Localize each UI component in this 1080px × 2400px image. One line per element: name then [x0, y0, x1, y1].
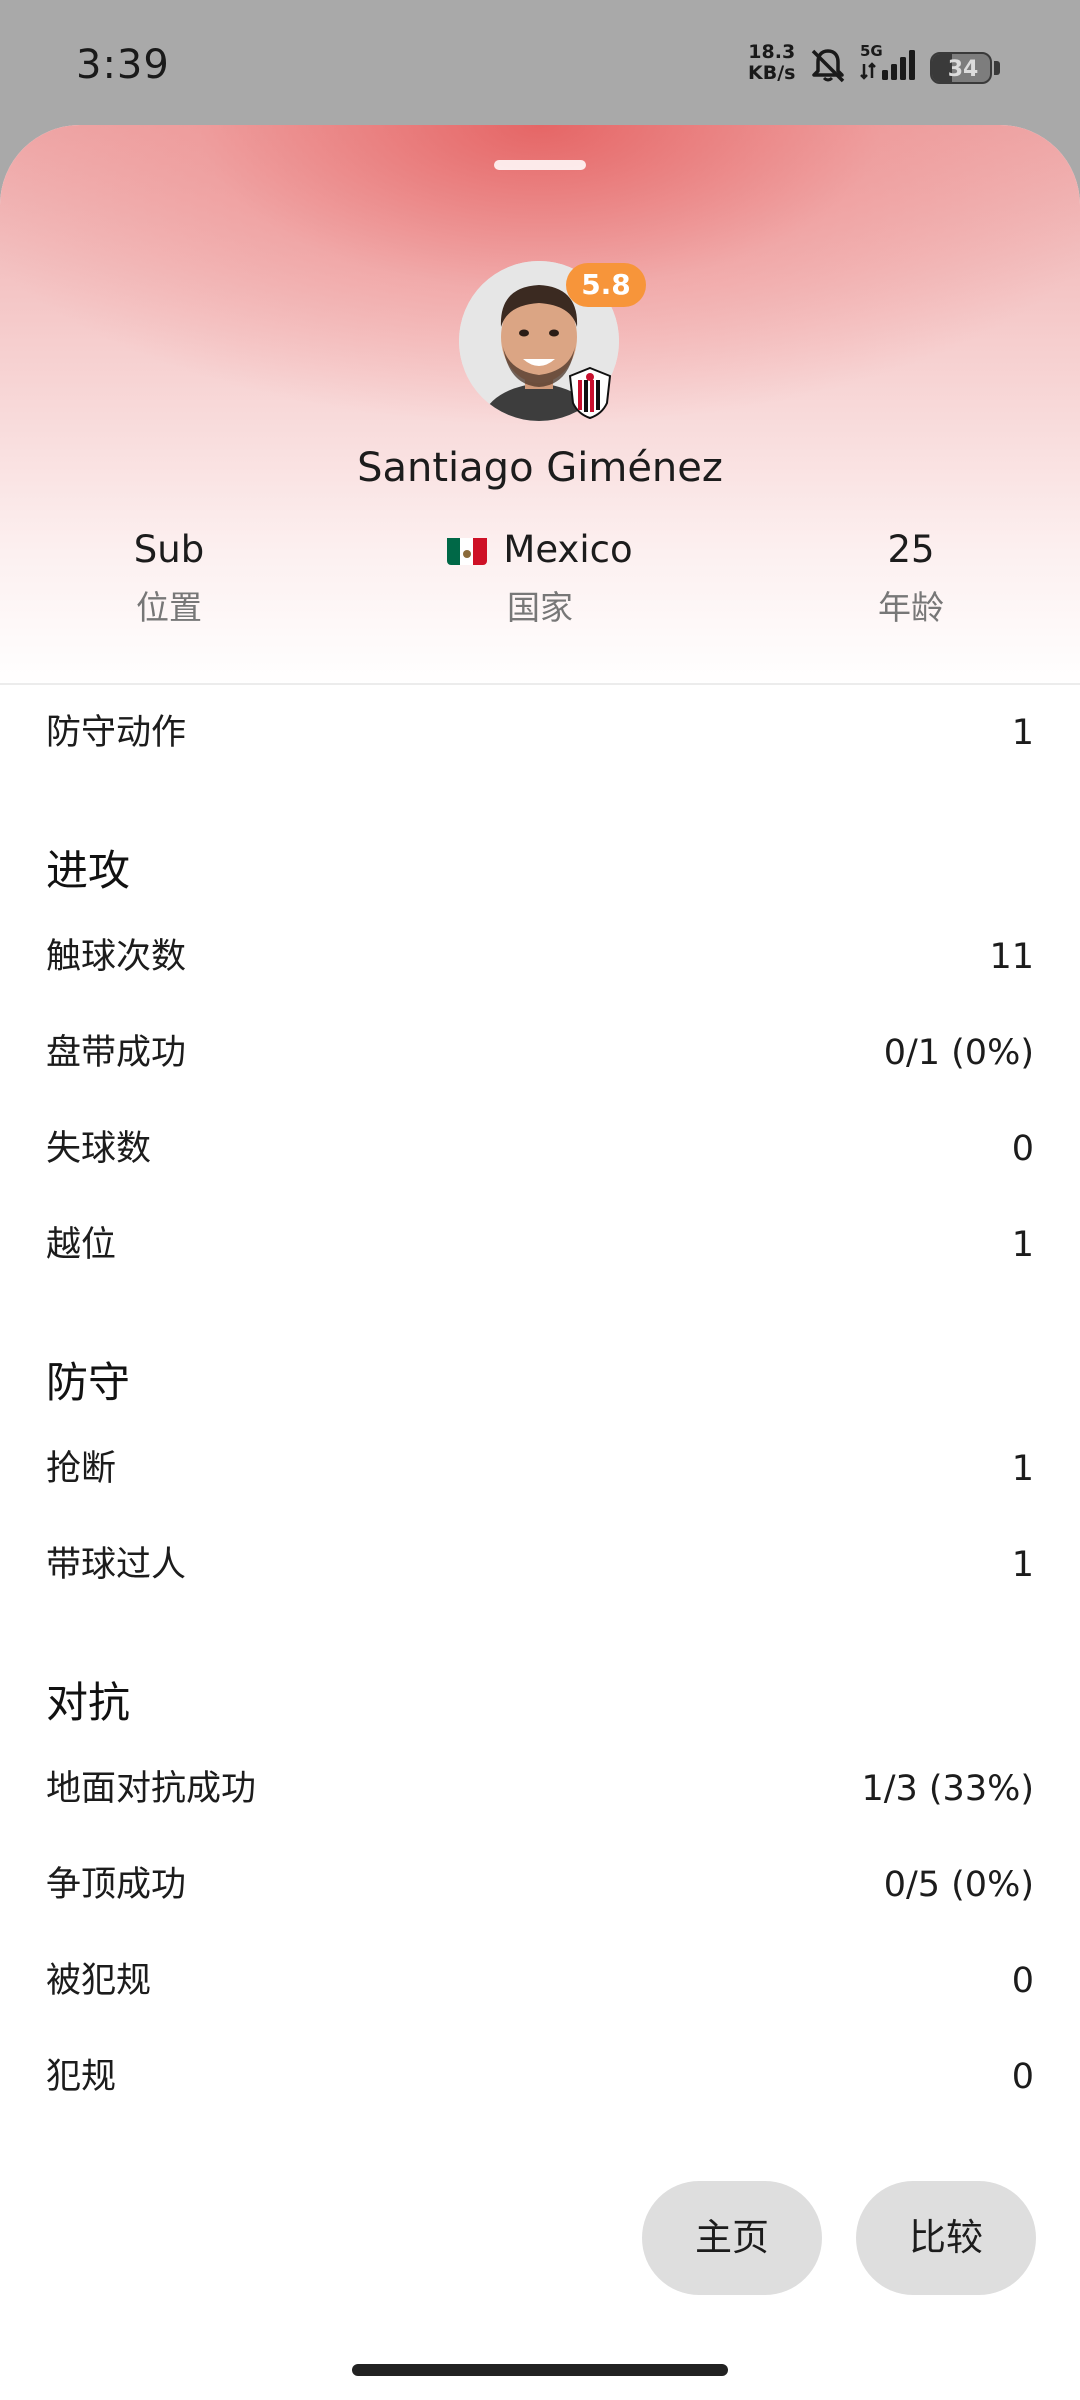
stat-row-ground-duels: 地面对抗成功 1/3 (33%): [0, 1741, 1080, 1837]
player-rating-badge: 5.8: [566, 263, 646, 307]
stat-label: 带球过人: [46, 1545, 187, 1585]
position-value: Sub: [133, 528, 205, 571]
section-title-attack: 进攻: [46, 846, 131, 895]
stat-label: 防守动作: [46, 713, 187, 753]
stat-row-dribbles: 盘带成功 0/1 (0%): [0, 1005, 1080, 1101]
stat-row-possession-lost: 失球数 0: [0, 1101, 1080, 1197]
home-button[interactable]: 主页: [642, 2181, 822, 2295]
stat-value: 0/5 (0%): [883, 1865, 1034, 1905]
section-duels: 对抗: [0, 1613, 1080, 1741]
country-label: 国家: [507, 588, 573, 627]
stat-value: 1: [1011, 1225, 1034, 1265]
network-speed-value: 18.3: [748, 41, 796, 63]
stat-row-tackles: 抢断 1: [0, 1421, 1080, 1517]
battery-icon: 34: [930, 52, 1002, 86]
stat-label: 盘带成功: [46, 1033, 187, 1073]
signal-icon: 5G: [860, 42, 915, 80]
stat-label: 地面对抗成功: [46, 1769, 257, 1809]
club-crest-icon: [569, 367, 611, 419]
stat-label: 失球数: [46, 1129, 152, 1169]
stat-value: 1: [1011, 713, 1034, 753]
stat-label: 犯规: [46, 2057, 117, 2097]
age-info: 25 年龄: [761, 525, 1061, 629]
stat-value: 11: [989, 937, 1034, 977]
position-label: 位置: [136, 588, 202, 627]
stat-row-aerial-duels: 争顶成功 0/5 (0%): [0, 1837, 1080, 1933]
stat-label: 争顶成功: [46, 1865, 187, 1905]
stat-label: 越位: [46, 1225, 117, 1265]
stat-value: 1: [1011, 1545, 1034, 1585]
network-type-label: 5G: [860, 42, 883, 60]
country-info: Mexico 国家: [390, 525, 690, 629]
network-speed-unit: KB/s: [748, 62, 796, 84]
age-label: 年龄: [878, 588, 944, 627]
player-name: Santiago Giménez: [357, 445, 723, 491]
status-time: 3:39: [76, 42, 170, 88]
drag-handle[interactable]: [494, 160, 586, 170]
stat-row-was-fouled: 被犯规 0: [0, 1933, 1080, 2029]
stat-value: 0: [1011, 1961, 1034, 2001]
stat-value: 1/3 (33%): [861, 1769, 1034, 1809]
stat-row-dribbled-past: 带球过人 1: [0, 1517, 1080, 1613]
position-info: Sub 位置: [19, 525, 319, 629]
bell-muted-icon: [811, 49, 845, 83]
status-bar: 3:39 18.3 KB/s 5G 34: [0, 0, 1080, 125]
stat-row-defensive-actions: 防守动作 1: [0, 685, 1080, 781]
stat-row-offsides: 越位 1: [0, 1197, 1080, 1293]
home-indicator[interactable]: [352, 2364, 728, 2376]
age-value: 25: [887, 528, 935, 571]
player-header: 5.8 Santiago Giménez Sub 位置 Mexico 国家 25…: [0, 125, 1080, 685]
section-title-defense: 防守: [46, 1358, 131, 1407]
stat-row-touches: 触球次数 11: [0, 909, 1080, 1005]
stat-value: 0: [1011, 2057, 1034, 2097]
section-title-duels: 对抗: [46, 1678, 131, 1727]
section-attack: 进攻: [0, 781, 1080, 909]
mexico-flag-icon: [447, 533, 488, 565]
stat-value: 1: [1011, 1449, 1034, 1489]
battery-percent: 34: [947, 57, 979, 82]
network-speed: 18.3 KB/s: [748, 42, 795, 84]
stats-list: 防守动作 1 进攻 触球次数 11 盘带成功 0/1 (0%) 失球数 0 越位…: [0, 685, 1080, 2125]
compare-button[interactable]: 比较: [856, 2181, 1036, 2295]
stat-label: 触球次数: [46, 937, 187, 977]
country-value: Mexico: [503, 528, 633, 571]
stat-row-fouls: 犯规 0: [0, 2029, 1080, 2125]
player-stats-sheet: 5.8 Santiago Giménez Sub 位置 Mexico 国家 25…: [0, 125, 1080, 2400]
stat-value: 0: [1011, 1129, 1034, 1169]
stat-label: 抢断: [46, 1449, 117, 1489]
stat-label: 被犯规: [46, 1961, 152, 2001]
section-defense: 防守: [0, 1293, 1080, 1421]
stat-value: 0/1 (0%): [883, 1033, 1034, 1073]
